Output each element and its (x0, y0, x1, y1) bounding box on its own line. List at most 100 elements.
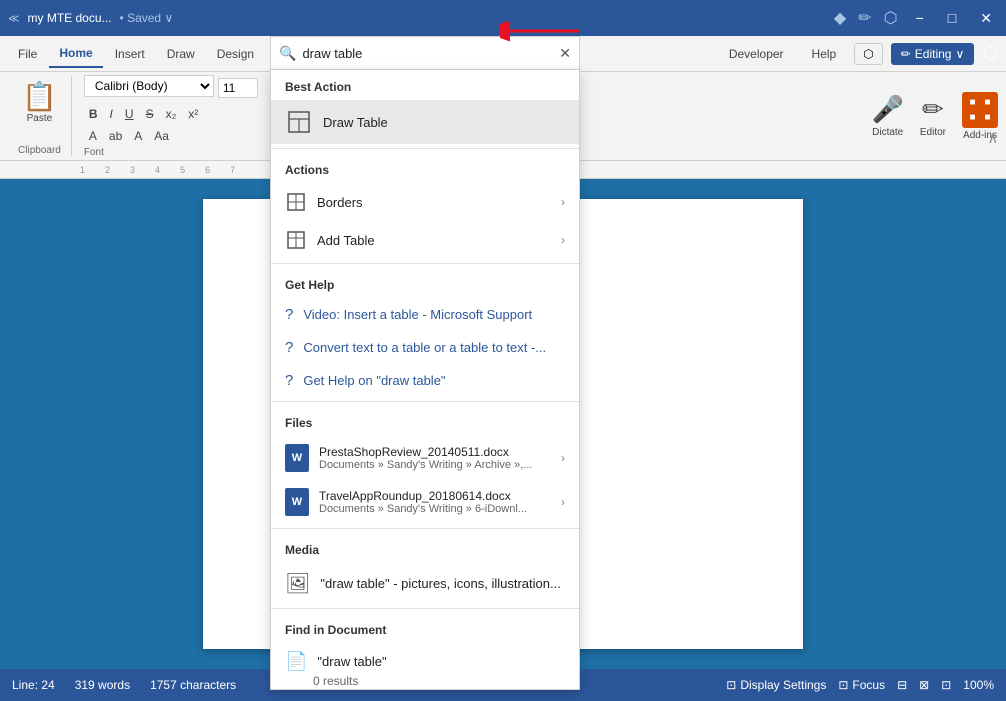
borders-action-left: Borders (285, 191, 363, 213)
formatting-row-1: B I U S x₂ x² (84, 105, 203, 123)
tab-home[interactable]: Home (49, 40, 102, 68)
help-circle-icon-2: ? (285, 339, 293, 356)
microphone-icon: 🎤 (872, 94, 904, 125)
search-icon: 🔍 (279, 45, 296, 62)
char-count: 1757 characters (150, 678, 236, 692)
display-settings-icon: ⊡ (726, 678, 736, 692)
find-item[interactable]: 📄 "draw table" 0 results (271, 643, 579, 690)
maximize-button[interactable]: □ (942, 8, 962, 28)
file-item-2[interactable]: W TravelAppRoundup_20180614.docx Documen… (271, 480, 579, 524)
read-view-button[interactable]: ⊡ (941, 678, 951, 692)
file-name-2: TravelAppRoundup_20180614.docx (319, 489, 527, 503)
close-button[interactable]: ✕ (974, 8, 998, 29)
file-item-1[interactable]: W PrestaShopReview_20140511.docx Documen… (271, 436, 579, 480)
tab-draw[interactable]: Draw (157, 41, 205, 67)
font-size-input[interactable] (218, 78, 258, 98)
subscript-button[interactable]: x₂ (161, 105, 182, 123)
italic-button[interactable]: I (105, 105, 118, 123)
display-settings-label: Display Settings (740, 678, 826, 692)
find-query: "draw table" (317, 654, 386, 669)
clipboard-group-label: Clipboard (18, 145, 61, 156)
word-count: 319 words (75, 678, 130, 692)
help-text-3: Get Help on "draw table" (303, 373, 445, 388)
media-item[interactable]: 🖼 "draw table" - pictures, icons, illust… (271, 563, 579, 604)
files-section-label: Files (271, 406, 579, 436)
addins-icon: ■■ ■■ (962, 92, 998, 128)
best-action-draw-table[interactable]: Draw Table (271, 100, 579, 144)
dictate-button[interactable]: 🎤 Dictate (872, 94, 904, 138)
ribbon-right-icons: 🎤 Dictate ✏ Editor ■■ ■■ Add-ins ∧ (872, 92, 999, 141)
superscript-button[interactable]: x² (183, 105, 203, 123)
save-status[interactable]: • Saved ∨ (120, 11, 174, 25)
word-doc-icon-1: W (285, 444, 309, 472)
editor-icon: ✏ (922, 94, 944, 125)
font-color-button[interactable]: A (84, 127, 102, 145)
font-row: Calibri (Body) (84, 75, 258, 101)
display-settings-button[interactable]: ⊡ Display Settings (726, 678, 826, 692)
page-view-button[interactable]: ⊟ (897, 678, 907, 692)
media-text: "draw table" - pictures, icons, illustra… (320, 576, 560, 591)
help-circle-icon-3: ? (285, 372, 293, 389)
paste-icon: 📋 (22, 80, 57, 113)
help-item-3[interactable]: ? Get Help on "draw table" (271, 364, 579, 397)
add-table-action-left: Add Table (285, 229, 375, 251)
bold-button[interactable]: B (84, 105, 103, 123)
help-item-1[interactable]: ? Video: Insert a table - Microsoft Supp… (271, 298, 579, 331)
focus-button[interactable]: ⊡ Focus (838, 678, 885, 692)
help-item-2[interactable]: ? Convert text to a table or a table to … (271, 331, 579, 364)
underline-button[interactable]: U (120, 105, 139, 123)
formatting-row-2: A ab A Aa (84, 127, 174, 145)
web-view-button[interactable]: ⊠ (919, 678, 929, 692)
add-table-icon (285, 229, 307, 251)
file-path-2: Documents » Sandy's Writing » 6-iDownl..… (319, 503, 527, 515)
ribbon-group-font: Calibri (Body) B I U S x₂ x² A ab A Aa F… (76, 76, 276, 156)
tab-file[interactable]: File (8, 41, 47, 67)
share-button[interactable]: ⬡ (854, 43, 882, 65)
find-icon-row: 📄 "draw table" (285, 651, 565, 672)
focus-icon: ⊡ (838, 678, 848, 692)
divider-1 (271, 148, 579, 149)
divider-5 (271, 608, 579, 609)
expand-icon[interactable]: ⬡ (982, 43, 998, 64)
dictate-label: Dictate (872, 127, 903, 138)
minimize-button[interactable]: − (910, 8, 930, 28)
paste-button[interactable]: 📋 Paste (16, 76, 63, 128)
highlight-button[interactable]: ab (104, 127, 127, 145)
case-button[interactable]: Aa (149, 127, 174, 145)
editor-button[interactable]: ✏ Editor (920, 94, 946, 138)
search-dropdown: Best Action Draw Table Actions (270, 70, 580, 690)
strikethrough-button[interactable]: S (141, 105, 159, 123)
font-selector[interactable]: Calibri (Body) (84, 75, 214, 97)
save-cloud-icon[interactable]: ⬡ (884, 8, 898, 28)
editor-label: Editor (920, 127, 946, 138)
font-color2-button[interactable]: A (129, 127, 147, 145)
divider-2 (271, 263, 579, 264)
collapse-ribbon-icon[interactable]: ≪ (8, 12, 20, 25)
tab-design[interactable]: Design (207, 41, 264, 67)
borders-action[interactable]: Borders › (271, 183, 579, 221)
font-group-label: Font (84, 147, 104, 158)
add-table-arrow: › (561, 233, 565, 247)
zoom-level[interactable]: 100% (963, 678, 994, 692)
line-info: Line: 24 (12, 678, 55, 692)
title-bar-right: ◆ ✏ ⬡ − □ ✕ (834, 8, 998, 29)
add-table-label: Add Table (317, 233, 375, 248)
file-info-2: TravelAppRoundup_20180614.docx Documents… (319, 489, 527, 515)
help-circle-icon-1: ? (285, 306, 293, 323)
diamond-icon[interactable]: ◆ (834, 8, 846, 28)
pen-icon[interactable]: ✏ (858, 8, 871, 28)
tab-developer[interactable]: Developer (719, 43, 794, 65)
editing-button[interactable]: ✏ Editing ∨ (891, 43, 975, 65)
file-path-1: Documents » Sandy's Writing » Archive »,… (319, 459, 532, 471)
borders-label: Borders (317, 195, 363, 210)
draw-table-label: Draw Table (323, 115, 388, 130)
editing-chevron: ∨ (955, 47, 964, 61)
file-item-2-left: W TravelAppRoundup_20180614.docx Documen… (285, 488, 527, 516)
tab-insert[interactable]: Insert (105, 41, 155, 67)
red-arrow (500, 16, 580, 53)
actions-section-label: Actions (271, 153, 579, 183)
add-table-action[interactable]: Add Table › (271, 221, 579, 259)
collapse-ribbon-button[interactable]: ∧ (988, 130, 998, 147)
find-results: 0 results (285, 674, 565, 688)
tab-help[interactable]: Help (802, 43, 847, 65)
